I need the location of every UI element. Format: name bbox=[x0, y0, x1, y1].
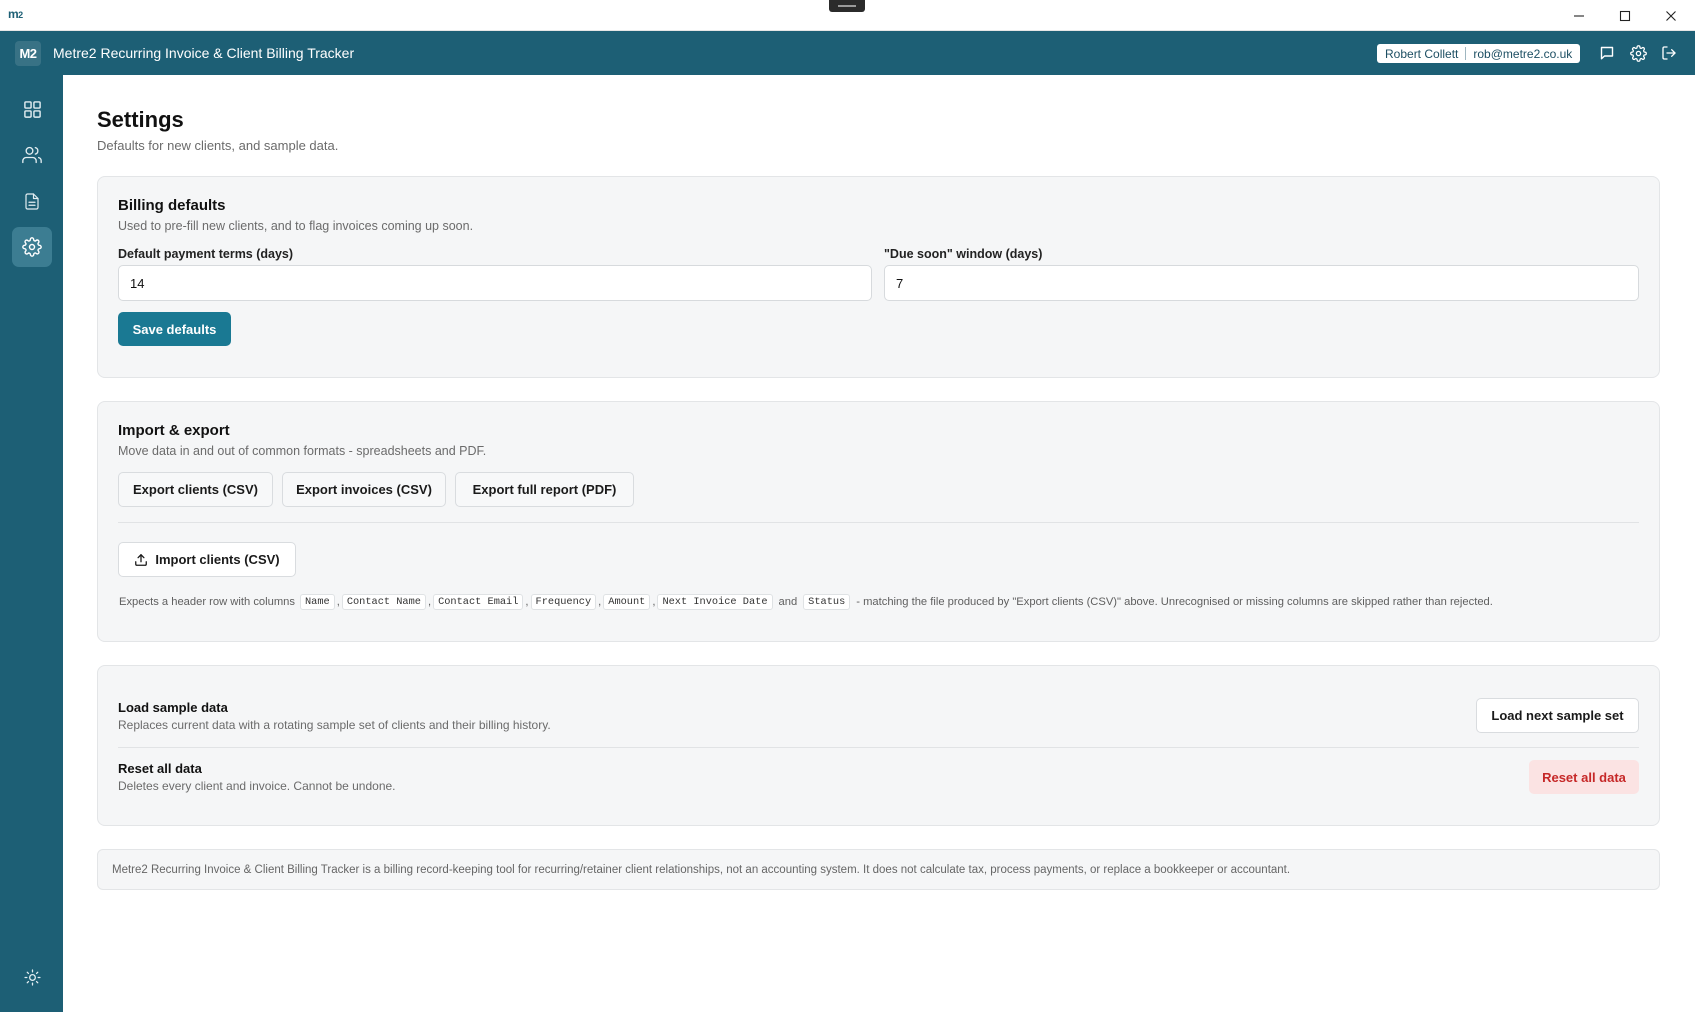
help-comma: , bbox=[652, 596, 656, 608]
sidebar bbox=[0, 75, 63, 1012]
column-tag: Frequency bbox=[530, 594, 597, 610]
user-email: rob@metre2.co.uk bbox=[1473, 46, 1573, 61]
os-app-logo: m2 bbox=[8, 7, 23, 21]
load-sample-subtitle: Replaces current data with a rotating sa… bbox=[118, 718, 551, 732]
export-clients-button[interactable]: Export clients (CSV) bbox=[118, 472, 273, 507]
maximize-icon bbox=[1619, 10, 1631, 21]
minimize-button[interactable] bbox=[1556, 0, 1602, 31]
payment-terms-label: Default payment terms (days) bbox=[118, 247, 294, 261]
help-suffix: - matching the file produced by "Export … bbox=[856, 596, 1493, 608]
header-settings-button[interactable] bbox=[1629, 44, 1647, 62]
reset-data-title: Reset all data bbox=[118, 761, 202, 776]
os-logo-sub: 2 bbox=[18, 10, 23, 20]
app-logo: M2 bbox=[15, 41, 41, 66]
column-tag: Next Invoice Date bbox=[657, 594, 773, 610]
column-tag: Amount bbox=[603, 594, 651, 610]
user-pill-divider bbox=[1465, 47, 1467, 60]
window-drag-handle[interactable] bbox=[829, 0, 865, 12]
help-comma: , bbox=[336, 596, 340, 608]
os-logo-main: m bbox=[8, 7, 19, 21]
user-name: Robert Collett bbox=[1385, 46, 1459, 61]
clients-icon bbox=[22, 146, 42, 164]
close-icon bbox=[1666, 10, 1676, 21]
data-card-divider bbox=[118, 747, 1639, 748]
import-help-text: Expects a header row with columns Name, … bbox=[118, 594, 1494, 610]
logout-button[interactable] bbox=[1660, 44, 1678, 62]
logout-icon bbox=[1662, 46, 1676, 60]
sidebar-item-dashboard[interactable] bbox=[12, 89, 52, 129]
help-comma: , bbox=[525, 596, 529, 608]
sidebar-item-clients[interactable] bbox=[12, 135, 52, 175]
sidebar-item-settings[interactable] bbox=[12, 227, 52, 267]
billing-defaults-card: Billing defaults Used to pre-fill new cl… bbox=[97, 176, 1660, 378]
invoices-icon bbox=[25, 192, 39, 210]
upload-icon bbox=[135, 553, 148, 566]
import-export-title: Import & export bbox=[118, 422, 230, 439]
import-export-subtitle: Move data in and out of common formats -… bbox=[118, 444, 487, 458]
page-subtitle: Defaults for new clients, and sample dat… bbox=[97, 138, 339, 153]
help-comma: , bbox=[427, 596, 432, 608]
export-invoices-button[interactable]: Export invoices (CSV) bbox=[282, 472, 446, 507]
help-comma: , bbox=[598, 596, 602, 608]
user-account-pill[interactable]: Robert Collett rob@metre2.co.uk bbox=[1377, 44, 1581, 63]
theme-sun-icon bbox=[23, 968, 41, 986]
billing-defaults-subtitle: Used to pre-fill new clients, and to fla… bbox=[118, 219, 474, 233]
column-tag: Contact Name bbox=[341, 594, 426, 610]
header-settings-icon bbox=[1629, 44, 1647, 62]
disclaimer-note: Metre2 Recurring Invoice & Client Billin… bbox=[97, 849, 1660, 890]
settings-icon bbox=[22, 237, 42, 257]
import-export-card: Import & export Move data in and out of … bbox=[97, 401, 1660, 642]
help-and: and bbox=[778, 596, 798, 608]
theme-toggle-button[interactable] bbox=[12, 957, 52, 997]
app-title: Metre2 Recurring Invoice & Client Billin… bbox=[53, 45, 355, 61]
reset-data-subtitle: Deletes every client and invoice. Cannot… bbox=[118, 779, 396, 793]
feedback-button[interactable] bbox=[1598, 44, 1616, 62]
import-export-divider bbox=[118, 522, 1639, 523]
import-clients-label: Import clients (CSV) bbox=[155, 552, 280, 567]
column-tag: Name bbox=[299, 594, 335, 610]
column-tag: Contact Email bbox=[433, 594, 524, 610]
load-sample-button[interactable]: Load next sample set bbox=[1476, 698, 1639, 733]
minimize-icon bbox=[1574, 14, 1584, 17]
due-soon-input[interactable] bbox=[884, 265, 1639, 301]
payment-terms-input[interactable] bbox=[118, 265, 872, 301]
sidebar-item-invoices[interactable] bbox=[12, 181, 52, 221]
export-report-button[interactable]: Export full report (PDF) bbox=[455, 472, 634, 507]
maximize-button[interactable] bbox=[1602, 0, 1648, 31]
data-management-card: Load sample data Replaces current data w… bbox=[97, 665, 1660, 826]
billing-defaults-title: Billing defaults bbox=[118, 197, 226, 214]
import-clients-button[interactable]: Import clients (CSV) bbox=[118, 542, 296, 577]
load-sample-title: Load sample data bbox=[118, 700, 228, 715]
main-content: Settings Defaults for new clients, and s… bbox=[63, 75, 1695, 1012]
column-tag: Status bbox=[803, 594, 851, 610]
reset-all-data-button[interactable]: Reset all data bbox=[1529, 760, 1639, 794]
os-title-bar: m2 bbox=[0, 0, 1695, 31]
app-header: M2 Metre2 Recurring Invoice & Client Bil… bbox=[0, 31, 1695, 75]
save-defaults-button[interactable]: Save defaults bbox=[118, 312, 231, 346]
due-soon-label: "Due soon" window (days) bbox=[884, 247, 1043, 261]
feedback-icon bbox=[1600, 46, 1614, 60]
dashboard-icon bbox=[23, 100, 41, 118]
close-window-button[interactable] bbox=[1648, 0, 1694, 31]
page-title: Settings bbox=[97, 107, 184, 132]
help-prefix: Expects a header row with columns bbox=[119, 596, 295, 608]
